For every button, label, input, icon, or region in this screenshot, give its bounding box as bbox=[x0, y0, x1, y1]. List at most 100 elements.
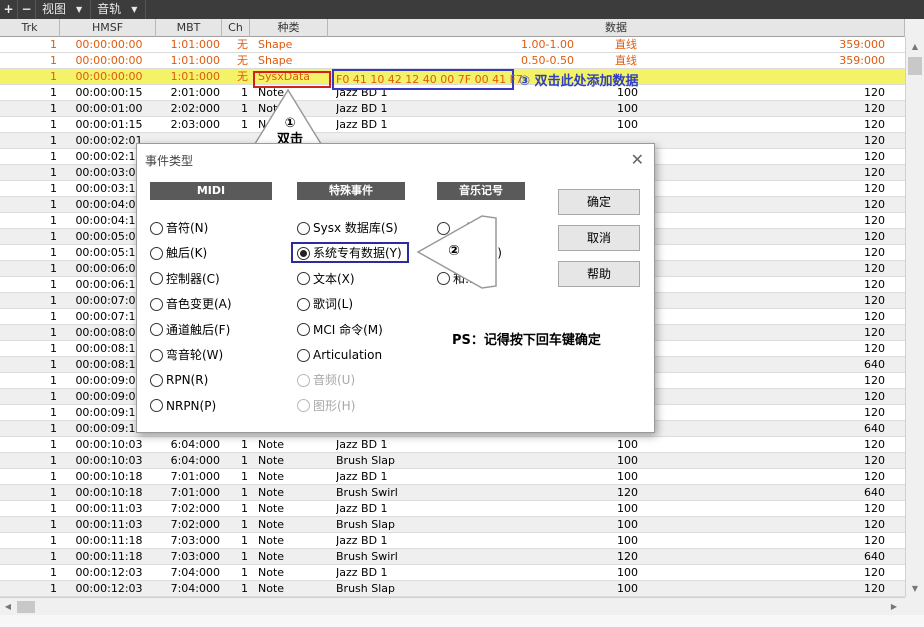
remove-button[interactable]: − bbox=[18, 0, 36, 19]
radio-midi-7[interactable]: NRPN(P) bbox=[150, 397, 216, 415]
cell-trk: 1 bbox=[50, 86, 57, 99]
table-row[interactable]: 1 00:00:00:00 1:01:000 无 Shape 0.50-0.50 直线 359… bbox=[0, 53, 905, 69]
cell-kind: Note bbox=[258, 582, 285, 595]
cell-hmsf: 00:00:01:00 bbox=[75, 102, 143, 115]
table-row[interactable]: 1 00:00:01:00 2:02:000 1 Note Jazz BD 1 100 120 bbox=[0, 101, 905, 117]
table-row[interactable]: 1 00:00:11:03 7:02:000 1 Note Jazz BD 1 100 120 bbox=[0, 501, 905, 517]
scroll-up-icon[interactable]: ▲ bbox=[906, 39, 924, 55]
radio-button-icon[interactable] bbox=[150, 399, 163, 413]
cell-hmsf: 00:00:11:18 bbox=[75, 550, 143, 563]
cell-data1: Jazz BD 1 bbox=[336, 566, 388, 579]
ok-button[interactable]: 确定 bbox=[558, 189, 640, 215]
radio-midi-5[interactable]: 弯音轮(W) bbox=[150, 346, 223, 364]
cell-ch: 1 bbox=[241, 438, 248, 451]
scroll-left-icon[interactable]: ◀ bbox=[0, 598, 16, 616]
cell-data2: 100 bbox=[617, 502, 638, 515]
radio-button-icon[interactable] bbox=[297, 373, 310, 387]
radio-special-6[interactable]: 音频(U) bbox=[297, 371, 355, 389]
radio-button-icon[interactable] bbox=[150, 272, 163, 286]
table-row[interactable]: 100:00:01:152:03:0001NoteJazz BD 1100120 bbox=[0, 117, 905, 133]
radio-special-2[interactable]: 文本(X) bbox=[297, 270, 355, 288]
horizontal-scroll-thumb[interactable] bbox=[17, 601, 35, 613]
add-button[interactable]: + bbox=[0, 0, 18, 19]
table-row[interactable]: 1 00:00:12:03 7:04:000 1 Note Brush Slap 100 12… bbox=[0, 581, 905, 597]
radio-button-icon[interactable] bbox=[150, 297, 163, 311]
radio-midi-6[interactable]: RPN(R) bbox=[150, 371, 208, 389]
step3-annotation: ③ 双击此处添加数据 bbox=[519, 74, 639, 89]
cell-trk: 1 bbox=[50, 438, 57, 451]
callout-2-number: ② bbox=[448, 243, 460, 259]
cell-data3: 640 bbox=[864, 358, 885, 371]
radio-button-icon[interactable] bbox=[297, 399, 310, 413]
radio-special-0[interactable]: Sysx 数据库(S) bbox=[297, 219, 398, 237]
radio-midi-2[interactable]: 控制器(C) bbox=[150, 270, 220, 288]
radio-midi-1[interactable]: 触后(K) bbox=[150, 244, 207, 262]
close-icon[interactable]: ✕ bbox=[631, 150, 644, 169]
radio-midi-0[interactable]: 音符(N) bbox=[150, 219, 208, 237]
radio-label: 歌词(L) bbox=[313, 297, 354, 312]
table-row[interactable]: 1 00:00:10:18 7:01:000 1 Note Brush Swirl 120 6… bbox=[0, 485, 905, 501]
group-midi-header: MIDI bbox=[150, 182, 272, 200]
cell-data2: 100 bbox=[617, 566, 638, 579]
scroll-down-icon[interactable]: ▼ bbox=[906, 581, 924, 597]
event-type-dialog: 事件类型 ✕ MIDI 特殊事件 音乐记号 音符(N) 触后(K) 控制器(C) 音色… bbox=[136, 143, 655, 433]
radio-button-icon[interactable] bbox=[150, 348, 163, 362]
cancel-button[interactable]: 取消 bbox=[558, 225, 640, 251]
radio-button-icon[interactable] bbox=[297, 348, 310, 362]
cell-data2: 100 bbox=[617, 438, 638, 451]
table-row[interactable]: 1 00:00:11:18 7:03:000 1 Note Jazz BD 1 100 120 bbox=[0, 533, 905, 549]
table-row[interactable]: 1 00:00:10:03 6:04:000 1 Note Brush Slap 100 12… bbox=[0, 453, 905, 469]
vertical-scrollbar[interactable]: ▲ ▼ bbox=[905, 37, 924, 597]
cell-trk: 1 bbox=[50, 214, 57, 227]
table-row[interactable]: 1 00:00:11:18 7:03:000 1 Note Brush Swirl 120 6… bbox=[0, 549, 905, 565]
cell-data3: 640 bbox=[864, 550, 885, 563]
radio-special-7[interactable]: 图形(H) bbox=[297, 397, 355, 415]
cell-data3: 120 bbox=[864, 246, 885, 259]
scroll-right-icon[interactable]: ▶ bbox=[886, 598, 902, 616]
sysx-data-value[interactable]: F0 41 10 42 12 40 00 7F 00 41 F7 bbox=[336, 72, 523, 88]
table-row[interactable]: 1 00:00:12:03 7:04:000 1 Note Jazz BD 1 100 120 bbox=[0, 565, 905, 581]
radio-special-5[interactable]: Articulation bbox=[297, 346, 382, 364]
cell-trk: 1 bbox=[50, 454, 57, 467]
table-row[interactable]: 1 00:00:10:18 7:01:000 1 Note Jazz BD 1 100 120 bbox=[0, 469, 905, 485]
table-row[interactable]: 1 00:00:11:03 7:02:000 1 Note Brush Slap 100 12… bbox=[0, 517, 905, 533]
table-row[interactable]: 1 00:00:10:03 6:04:000 1 Note Jazz BD 1 100 120 bbox=[0, 437, 905, 453]
radio-button-icon[interactable] bbox=[150, 221, 163, 235]
view-menu[interactable]: 视图 ▼ bbox=[36, 0, 92, 19]
col-mbt[interactable]: MBT bbox=[156, 19, 222, 37]
horizontal-scrollbar[interactable]: ◀ ▶ bbox=[0, 597, 905, 615]
radio-button-icon[interactable] bbox=[297, 297, 310, 311]
col-ch[interactable]: Ch bbox=[222, 19, 250, 37]
col-kind[interactable]: 种类 bbox=[250, 19, 328, 37]
radio-button-icon[interactable] bbox=[297, 272, 310, 286]
radio-button-icon[interactable] bbox=[297, 323, 310, 337]
vertical-scroll-thumb[interactable] bbox=[908, 57, 922, 75]
cell-data1: Brush Swirl bbox=[336, 550, 398, 563]
cell-trk: 1 bbox=[50, 390, 57, 403]
radio-button-icon[interactable] bbox=[150, 323, 163, 337]
radio-special-4[interactable]: MCI 命令(M) bbox=[297, 321, 383, 339]
cell-trk: 1 bbox=[50, 70, 57, 83]
cell-trk: 1 bbox=[50, 294, 57, 307]
radio-special-3[interactable]: 歌词(L) bbox=[297, 295, 353, 313]
help-button[interactable]: 帮助 bbox=[558, 261, 640, 287]
cell-kind: Note bbox=[258, 486, 285, 499]
radio-midi-3[interactable]: 音色变更(A) bbox=[150, 295, 232, 313]
col-data[interactable]: 数据 bbox=[328, 19, 905, 37]
cell-hmsf: 00:00:10:18 bbox=[75, 470, 143, 483]
col-hmsf[interactable]: HMSF bbox=[60, 19, 156, 37]
cell-data1: Jazz BD 1 bbox=[336, 534, 388, 547]
radio-button-icon[interactable] bbox=[297, 221, 310, 235]
group-special-header: 特殊事件 bbox=[297, 182, 405, 200]
cell-hmsf: 00:00:10:18 bbox=[75, 486, 143, 499]
track-menu[interactable]: 音轨 ▼ bbox=[91, 0, 147, 19]
table-row[interactable]: 1 00:00:00:00 1:01:000 无 Shape 1.00-1.00 直线 359… bbox=[0, 37, 905, 53]
cell-data1: Jazz BD 1 bbox=[336, 118, 388, 131]
col-trk[interactable]: Trk bbox=[0, 19, 60, 37]
radio-button-icon[interactable] bbox=[150, 246, 163, 260]
radio-midi-4[interactable]: 通道触后(F) bbox=[150, 321, 230, 339]
radio-button-icon[interactable] bbox=[150, 373, 163, 387]
cell-ch: 1 bbox=[241, 582, 248, 595]
cell-trk: 1 bbox=[50, 582, 57, 595]
radio-label: Articulation bbox=[313, 348, 383, 362]
